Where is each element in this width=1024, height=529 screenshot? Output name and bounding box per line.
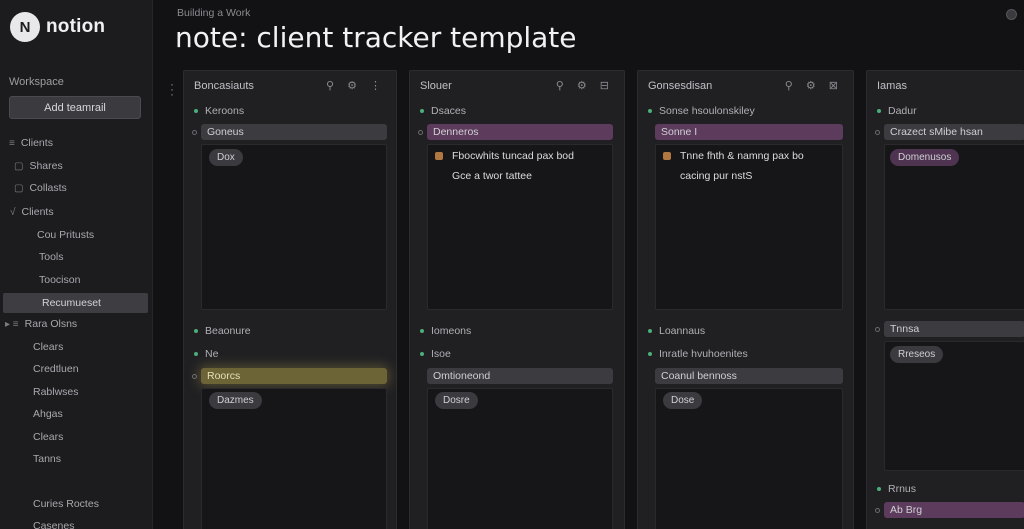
sidebar-item-shares[interactable]: ▢ Shares bbox=[14, 157, 63, 175]
app-logo[interactable]: N notion bbox=[10, 12, 105, 42]
sidebar-item-clients-expanded[interactable]: √ Clients bbox=[10, 203, 54, 221]
sidebar-subitem[interactable]: Cou Pritusts bbox=[37, 226, 94, 244]
sidebar-subitem[interactable]: Toocison bbox=[39, 271, 80, 289]
bullet-icon bbox=[875, 327, 880, 332]
property-bar[interactable]: Sonne I bbox=[655, 124, 843, 140]
status-dot-icon bbox=[420, 352, 424, 356]
card-text: cacing pur nstS bbox=[680, 170, 753, 182]
column-actions-icon[interactable]: ⚲ ⚙ ⋮ bbox=[326, 79, 386, 92]
group-label[interactable]: Isoe bbox=[420, 348, 451, 360]
add-teammate-button[interactable]: Add teamrail bbox=[9, 96, 141, 119]
sidebar-subitem[interactable]: Clears bbox=[33, 338, 63, 356]
sidebar: N notion Workspace Add teamrail ≡ Clients… bbox=[0, 0, 153, 529]
card-panel bbox=[427, 388, 613, 529]
column-title: Boncasiauts bbox=[194, 80, 254, 92]
breadcrumb[interactable]: Building a Work bbox=[177, 7, 250, 19]
card-text: Tnne fhth & namng pax bo bbox=[680, 150, 804, 162]
page-title: note: client tracker template bbox=[175, 21, 577, 54]
status-dot-icon bbox=[194, 109, 198, 113]
sidebar-heading: Workspace bbox=[9, 76, 64, 88]
property-bar[interactable]: Ab Brg bbox=[884, 502, 1024, 518]
status-dot-icon bbox=[648, 329, 652, 333]
status-dot-icon bbox=[877, 109, 881, 113]
group-label[interactable]: Inratle hvuhoenites bbox=[648, 348, 748, 360]
column-actions-icon[interactable]: ⚲ ⚙ ⊠ bbox=[785, 79, 843, 92]
property-bar[interactable]: Denneros bbox=[427, 124, 613, 140]
help-icon[interactable] bbox=[1006, 9, 1017, 20]
sidebar-subitem[interactable]: Curies Roctes bbox=[33, 495, 99, 513]
notion-logo-icon: N bbox=[10, 12, 40, 42]
status-dot-icon bbox=[194, 352, 198, 356]
card-text: Fbocwhits tuncad pax bod bbox=[452, 150, 574, 162]
bullet-icon bbox=[875, 508, 880, 513]
group-label[interactable]: Beaonure bbox=[194, 325, 251, 337]
status-dot-icon bbox=[877, 487, 881, 491]
sidebar-subitem[interactable]: Casenes bbox=[33, 517, 74, 529]
tag-chip[interactable]: Domenusos bbox=[890, 149, 960, 166]
property-bar[interactable]: Tnnsa bbox=[884, 321, 1024, 337]
column-title: Iamas bbox=[877, 80, 907, 92]
group-label[interactable]: Rrnus bbox=[877, 483, 916, 495]
sidebar-subitem[interactable]: Rablwses bbox=[33, 383, 79, 401]
logo-text: notion bbox=[46, 16, 106, 37]
property-bar[interactable]: Omtioneond bbox=[427, 368, 613, 384]
column-title: Gonsesdisan bbox=[648, 80, 713, 92]
status-dot-icon bbox=[194, 329, 198, 333]
group-label[interactable]: Dsaces bbox=[420, 105, 466, 117]
group-label[interactable]: Loannaus bbox=[648, 325, 705, 337]
property-bar[interactable]: Crazect sMibe hsan bbox=[884, 124, 1024, 140]
property-bar[interactable]: Coanul bennoss bbox=[655, 368, 843, 384]
card-panel bbox=[884, 144, 1024, 310]
sidebar-item-collasts[interactable]: ▢ Collasts bbox=[14, 179, 67, 197]
bullet-icon bbox=[418, 130, 423, 135]
board-column: Gonsesdisan ⚲ ⚙ ⊠ Sonse hsoulonskiley So… bbox=[637, 70, 854, 529]
sidebar-subitem[interactable]: Ahgas bbox=[33, 405, 63, 423]
board-column: Boncasiauts ⚲ ⚙ ⋮ Keroons Goneus Dox Bea… bbox=[183, 70, 397, 529]
bullet-icon bbox=[192, 130, 197, 135]
tag-chip[interactable]: Dose bbox=[663, 392, 703, 409]
property-bar[interactable]: Goneus bbox=[201, 124, 387, 140]
tag-chip[interactable]: Dosre bbox=[435, 392, 478, 409]
sidebar-subitem[interactable]: Credtluen bbox=[33, 360, 79, 378]
group-label[interactable]: Iomeons bbox=[420, 325, 471, 337]
card-panel bbox=[201, 144, 387, 310]
tag-chip[interactable]: Dazmes bbox=[209, 392, 262, 409]
card-panel bbox=[201, 388, 387, 529]
sidebar-subitem[interactable]: Tools bbox=[39, 248, 64, 266]
card-text: Gce a twor tattee bbox=[452, 170, 532, 182]
status-dot-icon bbox=[648, 352, 652, 356]
bullet-icon bbox=[875, 130, 880, 135]
board-column: Slouer ⚲ ⚙ ⊟ Dsaces Denneros Fbocwhits t… bbox=[409, 70, 625, 529]
group-label[interactable]: Dadur bbox=[877, 105, 917, 117]
drag-handle-icon[interactable]: · · · bbox=[170, 78, 174, 100]
sidebar-item-clients[interactable]: ≡ Clients bbox=[9, 134, 53, 152]
status-dot-icon bbox=[420, 329, 424, 333]
tag-chip[interactable]: Dox bbox=[209, 149, 243, 166]
property-bar-highlighted[interactable]: Roorcs bbox=[201, 368, 387, 384]
group-label[interactable]: Sonse hsoulonskiley bbox=[648, 105, 755, 117]
group-label[interactable]: Keroons bbox=[194, 105, 244, 117]
bullet-icon bbox=[192, 374, 197, 379]
card-panel bbox=[427, 144, 613, 310]
group-label[interactable]: Ne bbox=[194, 348, 218, 360]
tag-chip[interactable]: Rreseos bbox=[890, 346, 944, 363]
status-dot-icon bbox=[420, 109, 424, 113]
card-panel bbox=[655, 144, 843, 310]
column-actions-icon[interactable]: ⚲ ⚙ ⊟ bbox=[556, 79, 614, 92]
sidebar-item-group[interactable]: ▸ ≡ Rara Olsns bbox=[5, 315, 77, 333]
sidebar-subitem-active[interactable]: Recumueset bbox=[3, 293, 148, 313]
page-icon bbox=[435, 152, 443, 160]
page-icon bbox=[663, 152, 671, 160]
status-dot-icon bbox=[648, 109, 652, 113]
card-panel bbox=[655, 388, 843, 529]
sidebar-subitem[interactable]: Tanns bbox=[33, 450, 61, 468]
board-column: Iamas Dadur Crazect sMibe hsan Domenusos… bbox=[866, 70, 1024, 529]
column-title: Slouer bbox=[420, 80, 452, 92]
sidebar-subitem[interactable]: Clears bbox=[33, 428, 63, 446]
